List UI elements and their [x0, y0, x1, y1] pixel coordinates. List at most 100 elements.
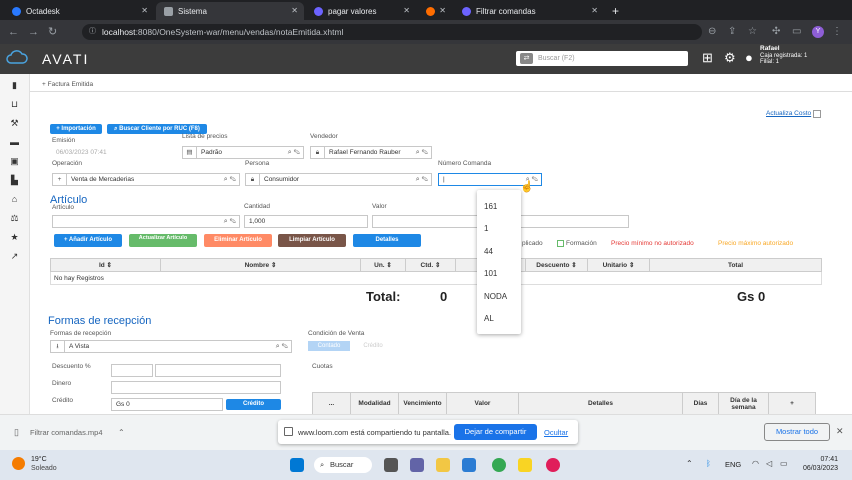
- chart-line-icon[interactable]: ↗: [9, 251, 20, 262]
- descuento-input[interactable]: [111, 364, 153, 377]
- info-icon[interactable]: ⓘ: [89, 24, 96, 40]
- dropdown-option[interactable]: 44: [484, 247, 493, 256]
- hide-link[interactable]: Ocultar: [544, 428, 568, 437]
- menu-kebab-icon[interactable]: ⋮: [832, 24, 842, 40]
- user-icon[interactable]: ●: [745, 50, 753, 65]
- dropdown-option[interactable]: 1: [484, 224, 488, 233]
- tab-filtrar-comandas[interactable]: Filtrar comandas ✕: [454, 2, 604, 20]
- teams-icon[interactable]: [410, 458, 424, 472]
- show-all-button[interactable]: Mostrar todo: [764, 423, 830, 441]
- actualiza-costo-checkbox[interactable]: [813, 110, 821, 118]
- book-icon[interactable]: ▮: [9, 80, 20, 91]
- bluetooth-icon[interactable]: ᛒ: [706, 459, 711, 468]
- gear-icon[interactable]: ⚙: [724, 50, 736, 66]
- share-icon[interactable]: ⇪: [728, 24, 736, 40]
- dinero-input[interactable]: [111, 381, 281, 394]
- close-tab-icon[interactable]: ✕: [439, 6, 446, 15]
- battery-icon[interactable]: ▭: [780, 459, 788, 468]
- add-articulo-button[interactable]: + Añadir Artículo: [54, 234, 122, 247]
- scale-icon[interactable]: ⚖: [9, 213, 20, 224]
- formas-field[interactable]: ⭳ A Vista ⌕ ✎: [50, 340, 292, 353]
- col-id[interactable]: Id ⇕: [50, 258, 161, 272]
- download-file-name[interactable]: Filtrar comandas.mp4: [30, 428, 103, 437]
- tab-octadesk[interactable]: Octadesk ✕: [4, 2, 154, 20]
- operacion-field[interactable]: + Venta de Mercaderias ⌕ ✎: [52, 173, 240, 186]
- task-view-icon[interactable]: [384, 458, 398, 472]
- close-icon[interactable]: ✕: [836, 426, 844, 437]
- file-explorer-icon[interactable]: [436, 458, 450, 472]
- url-input[interactable]: ⓘ localhost:8080/OneSystem-war/menu/vend…: [82, 24, 702, 40]
- wrench-icon[interactable]: ⚒: [9, 118, 20, 129]
- dropdown-option[interactable]: NODA: [484, 292, 507, 301]
- search-edit-icon[interactable]: ⌕ ✎: [224, 216, 236, 227]
- taskbar-search[interactable]: ⌕ Buscar: [314, 457, 372, 473]
- grid-plus-icon[interactable]: ⊞: [702, 50, 713, 66]
- delete-articulo-button[interactable]: Eliminar Artículo: [204, 234, 272, 247]
- col-add[interactable]: +: [768, 392, 816, 415]
- tab-pagar-valores[interactable]: pagar valores ✕: [306, 2, 416, 20]
- volume-icon[interactable]: ◁: [766, 459, 772, 468]
- zoom-icon[interactable]: ⊖: [708, 24, 716, 40]
- actualiza-costo-link[interactable]: Actualiza Costo: [766, 110, 811, 117]
- bookmark-star-icon[interactable]: ☆: [748, 24, 757, 40]
- clear-articulo-button[interactable]: Limpiar Artículo: [278, 234, 346, 247]
- search-edit-icon[interactable]: ⌕ ✎: [224, 174, 236, 185]
- language-indicator[interactable]: ENG: [725, 460, 741, 469]
- user-info[interactable]: Rafael Caja registrada: 1 Filial: 1: [760, 45, 807, 66]
- stop-sharing-button[interactable]: Dejar de compartir: [454, 424, 537, 440]
- global-search-input[interactable]: ⇄ Buscar (F2): [516, 51, 688, 66]
- sidepanel-icon[interactable]: ▭: [792, 24, 801, 40]
- contado-tab[interactable]: Contado: [308, 341, 350, 351]
- clock-time[interactable]: 07:41: [808, 456, 838, 463]
- search-edit-icon[interactable]: ⌕ ✎: [416, 174, 428, 185]
- col-descuento[interactable]: Descuento ⇕: [525, 258, 588, 272]
- close-tab-icon[interactable]: ✕: [403, 6, 410, 15]
- money-icon[interactable]: ▣: [9, 156, 20, 167]
- tab-sistema[interactable]: Sistema ✕: [156, 2, 304, 20]
- forward-icon[interactable]: →: [28, 24, 39, 40]
- col-total[interactable]: Total: [649, 258, 822, 272]
- persona-field[interactable]: 🔒︎ Consumidor ⌕ ✎: [245, 173, 432, 186]
- credito-tab[interactable]: Crédito: [352, 341, 394, 351]
- slack-icon[interactable]: [546, 458, 560, 472]
- search-edit-icon[interactable]: ⌕ ✎: [276, 341, 288, 352]
- cloud-logo-icon[interactable]: [6, 50, 28, 64]
- bank-icon[interactable]: ⌂: [9, 194, 20, 205]
- profile-avatar[interactable]: Y: [812, 26, 824, 38]
- close-tab-icon[interactable]: ✕: [591, 6, 598, 15]
- articulo-field[interactable]: ⌕ ✎: [52, 215, 240, 228]
- weather-sun-icon[interactable]: [12, 457, 25, 470]
- dropdown-option[interactable]: AL: [484, 314, 494, 323]
- close-tab-icon[interactable]: ✕: [291, 6, 298, 15]
- col-unitario[interactable]: Unitario ⇕: [587, 258, 650, 272]
- windows-start-icon[interactable]: [290, 458, 304, 472]
- sticky-notes-icon[interactable]: [518, 458, 532, 472]
- cart-icon[interactable]: ⊔: [9, 99, 20, 110]
- chevron-up-icon[interactable]: ⌃: [686, 459, 693, 468]
- truck-icon[interactable]: ▬: [9, 137, 20, 148]
- extensions-icon[interactable]: ✣: [772, 24, 780, 40]
- credito-input[interactable]: Gs 0: [111, 398, 223, 411]
- factory-icon[interactable]: ▙: [9, 175, 20, 186]
- chrome-icon[interactable]: [492, 458, 506, 472]
- descuento-value-input[interactable]: [155, 364, 281, 377]
- new-tab-button[interactable]: +: [608, 2, 624, 20]
- wifi-icon[interactable]: ◠: [752, 459, 759, 468]
- lista-precios-field[interactable]: ▤ Padrão ⌕ ✎: [182, 146, 304, 159]
- col-ctd[interactable]: Ctd. ⇕: [405, 258, 456, 272]
- dropdown-option[interactable]: 101: [484, 269, 497, 278]
- chevron-up-icon[interactable]: ⌃: [118, 428, 125, 437]
- tab-recording[interactable]: ✕: [418, 2, 452, 20]
- search-edit-icon[interactable]: ⌕ ✎: [416, 147, 428, 158]
- update-articulo-button[interactable]: Actualizar Artículo: [129, 234, 197, 247]
- vendedor-field[interactable]: 🔒︎ Rafael Fernando Rauber ⌕ ✎: [310, 146, 432, 159]
- back-icon[interactable]: ←: [8, 24, 19, 40]
- search-edit-icon[interactable]: ⌕ ✎: [288, 147, 300, 158]
- details-button[interactable]: Detalles: [353, 234, 421, 247]
- cantidad-input[interactable]: 1,000: [244, 215, 368, 228]
- close-tab-icon[interactable]: ✕: [141, 6, 148, 15]
- star-icon[interactable]: ★: [9, 232, 20, 243]
- reload-icon[interactable]: ↻: [48, 24, 57, 40]
- store-icon[interactable]: [462, 458, 476, 472]
- credito-button[interactable]: Crédito: [226, 399, 281, 410]
